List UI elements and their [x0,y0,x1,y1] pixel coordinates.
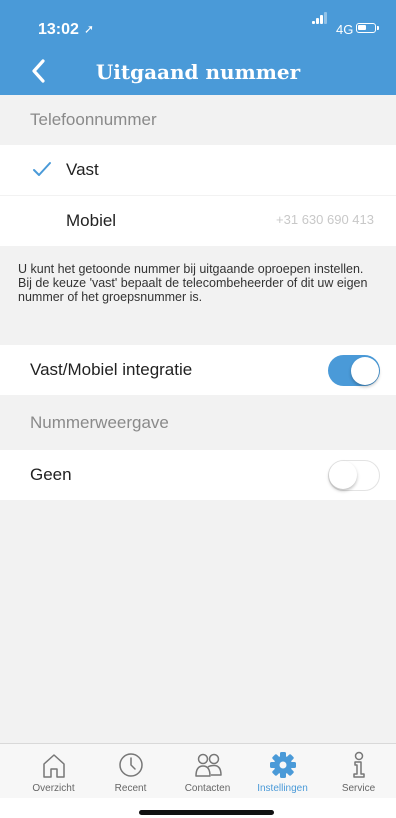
tab-instellingen[interactable]: Instellingen [243,744,322,799]
info-note: U kunt het getoonde nummer bij uitgaande… [0,247,396,345]
status-time: 13:02 [38,21,79,38]
section-header-nummerweergave: Nummerweergave [0,398,396,448]
home-indicator [139,810,274,815]
section-header-telefoonnummer: Telefoonnummer [0,95,396,145]
option-vast-label: Vast [66,160,99,179]
integration-label: Vast/Mobiel integratie [30,360,193,379]
info-icon [352,751,365,778]
tab-overzicht[interactable]: Overzicht [14,744,93,799]
tab-service[interactable]: Service [319,744,396,799]
network-type: 4G [336,22,354,37]
tab-label: Overzicht [32,783,75,794]
tab-label: Recent [114,783,147,794]
empty-area [0,500,396,743]
battery-icon [356,23,379,33]
tab-recent[interactable]: Recent [91,744,170,799]
clock-icon [118,753,143,777]
page-title: Uitgaand nummer [95,60,301,84]
info-note-text: U kunt het getoonde nummer bij uitgaande… [18,262,368,304]
home-indicator-area [0,798,396,818]
contacts-icon [194,753,222,777]
section-title: Nummerweergave [30,413,169,432]
geen-toggle[interactable] [328,460,380,491]
integration-row: Vast/Mobiel integratie [0,345,396,395]
option-mobiel[interactable]: Mobiel +31 630 690 413 [0,196,396,246]
mobiel-number: +31 630 690 413 [276,212,374,227]
geen-row: Geen [0,450,396,500]
option-vast[interactable]: Vast [0,145,396,195]
option-mobiel-label: Mobiel [66,211,117,230]
home-icon [42,754,65,778]
gear-icon [269,752,296,778]
tab-label: Instellingen [257,783,308,794]
tab-contacten[interactable]: Contacten [168,744,247,799]
section-title: Telefoonnummer [30,110,157,129]
status-bar: 13:02 ➚ 4G [0,0,396,44]
app-header: 13:02 ➚ 4G Uitgaand nummer [0,0,396,95]
checkmark-icon [33,162,51,176]
tab-label: Contacten [184,783,231,794]
location-arrow-icon: ➚ [84,22,95,36]
tab-bar: Overzicht Recent Contacten Instellingen … [0,743,396,799]
tab-label: Service [341,783,376,794]
geen-label: Geen [30,465,72,484]
integration-toggle[interactable] [328,355,380,386]
